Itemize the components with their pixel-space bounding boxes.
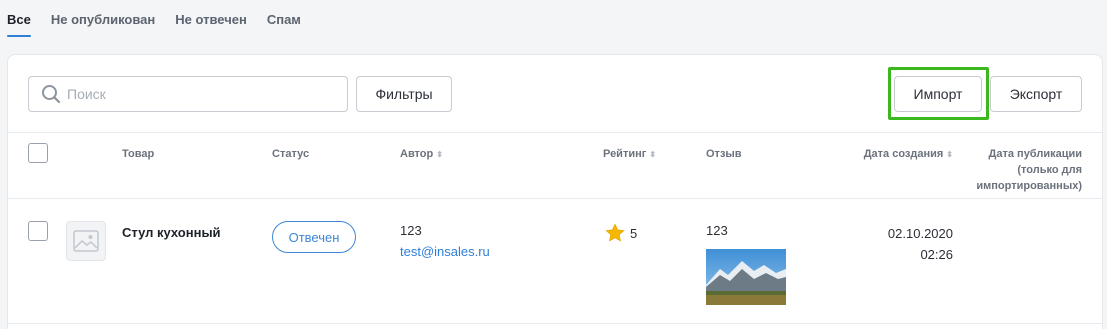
product-name[interactable]: Стул кухонный	[122, 225, 221, 240]
header-created-label: Дата создания	[863, 148, 944, 160]
filters-button[interactable]: Фильтры	[356, 76, 452, 112]
search-box[interactable]	[28, 76, 348, 112]
product-thumbnail[interactable]	[66, 221, 106, 261]
tab-bar: Все Не опубликован Не отвечен Спам	[0, 0, 1107, 40]
header-rating-label: Рейтинг	[603, 148, 647, 160]
tab-unanswered[interactable]: Не отвечен	[175, 0, 247, 40]
reviews-panel: Фильтры Импорт Экспорт Товар Статус Авто…	[7, 54, 1103, 329]
select-all-checkbox[interactable]	[28, 143, 48, 163]
header-author[interactable]: Автор ⬍	[400, 146, 443, 163]
review-text: 123	[706, 223, 728, 238]
sort-icon[interactable]: ⬍	[436, 150, 443, 159]
created-date: 02.10.2020	[887, 226, 953, 241]
search-icon	[42, 85, 61, 104]
author-name: 123	[400, 223, 422, 238]
header-product: Товар	[122, 148, 155, 160]
tab-all[interactable]: Все	[7, 0, 31, 40]
header-published: Дата публикации (только для импортирован…	[976, 148, 1082, 192]
toolbar: Фильтры Импорт Экспорт	[8, 55, 1102, 133]
image-placeholder-icon	[73, 230, 99, 252]
header-created[interactable]: Дата создания ⬍	[828, 146, 953, 163]
star-icon	[605, 223, 625, 242]
header-author-label: Автор	[400, 148, 434, 160]
sort-icon[interactable]: ⬍	[649, 150, 656, 159]
rating: 5	[604, 222, 637, 244]
rating-value: 5	[630, 225, 638, 241]
search-input[interactable]	[67, 86, 337, 102]
header-status: Статус	[272, 148, 310, 160]
table-row: Стул кухонный Отвечен 123 test@insales.r…	[8, 199, 1102, 324]
export-button[interactable]: Экспорт	[990, 76, 1082, 112]
tab-spam[interactable]: Спам	[267, 0, 301, 40]
header-review: Отзыв	[706, 148, 742, 160]
review-photo[interactable]	[706, 249, 786, 305]
author-email-link[interactable]: test@insales.ru	[400, 244, 490, 259]
table-header: Товар Статус Автор ⬍ Рейтинг ⬍ Отзыв Дата …	[8, 132, 1102, 199]
created-time: 02:26	[920, 247, 953, 262]
tab-unpublished[interactable]: Не опубликован	[51, 0, 155, 40]
status-badge: Отвечен	[272, 221, 356, 253]
header-rating[interactable]: Рейтинг ⬍	[603, 146, 656, 163]
created-datetime: 02.10.2020 02:26	[828, 223, 953, 265]
import-button[interactable]: Импорт	[894, 76, 982, 112]
row-checkbox[interactable]	[28, 221, 48, 241]
